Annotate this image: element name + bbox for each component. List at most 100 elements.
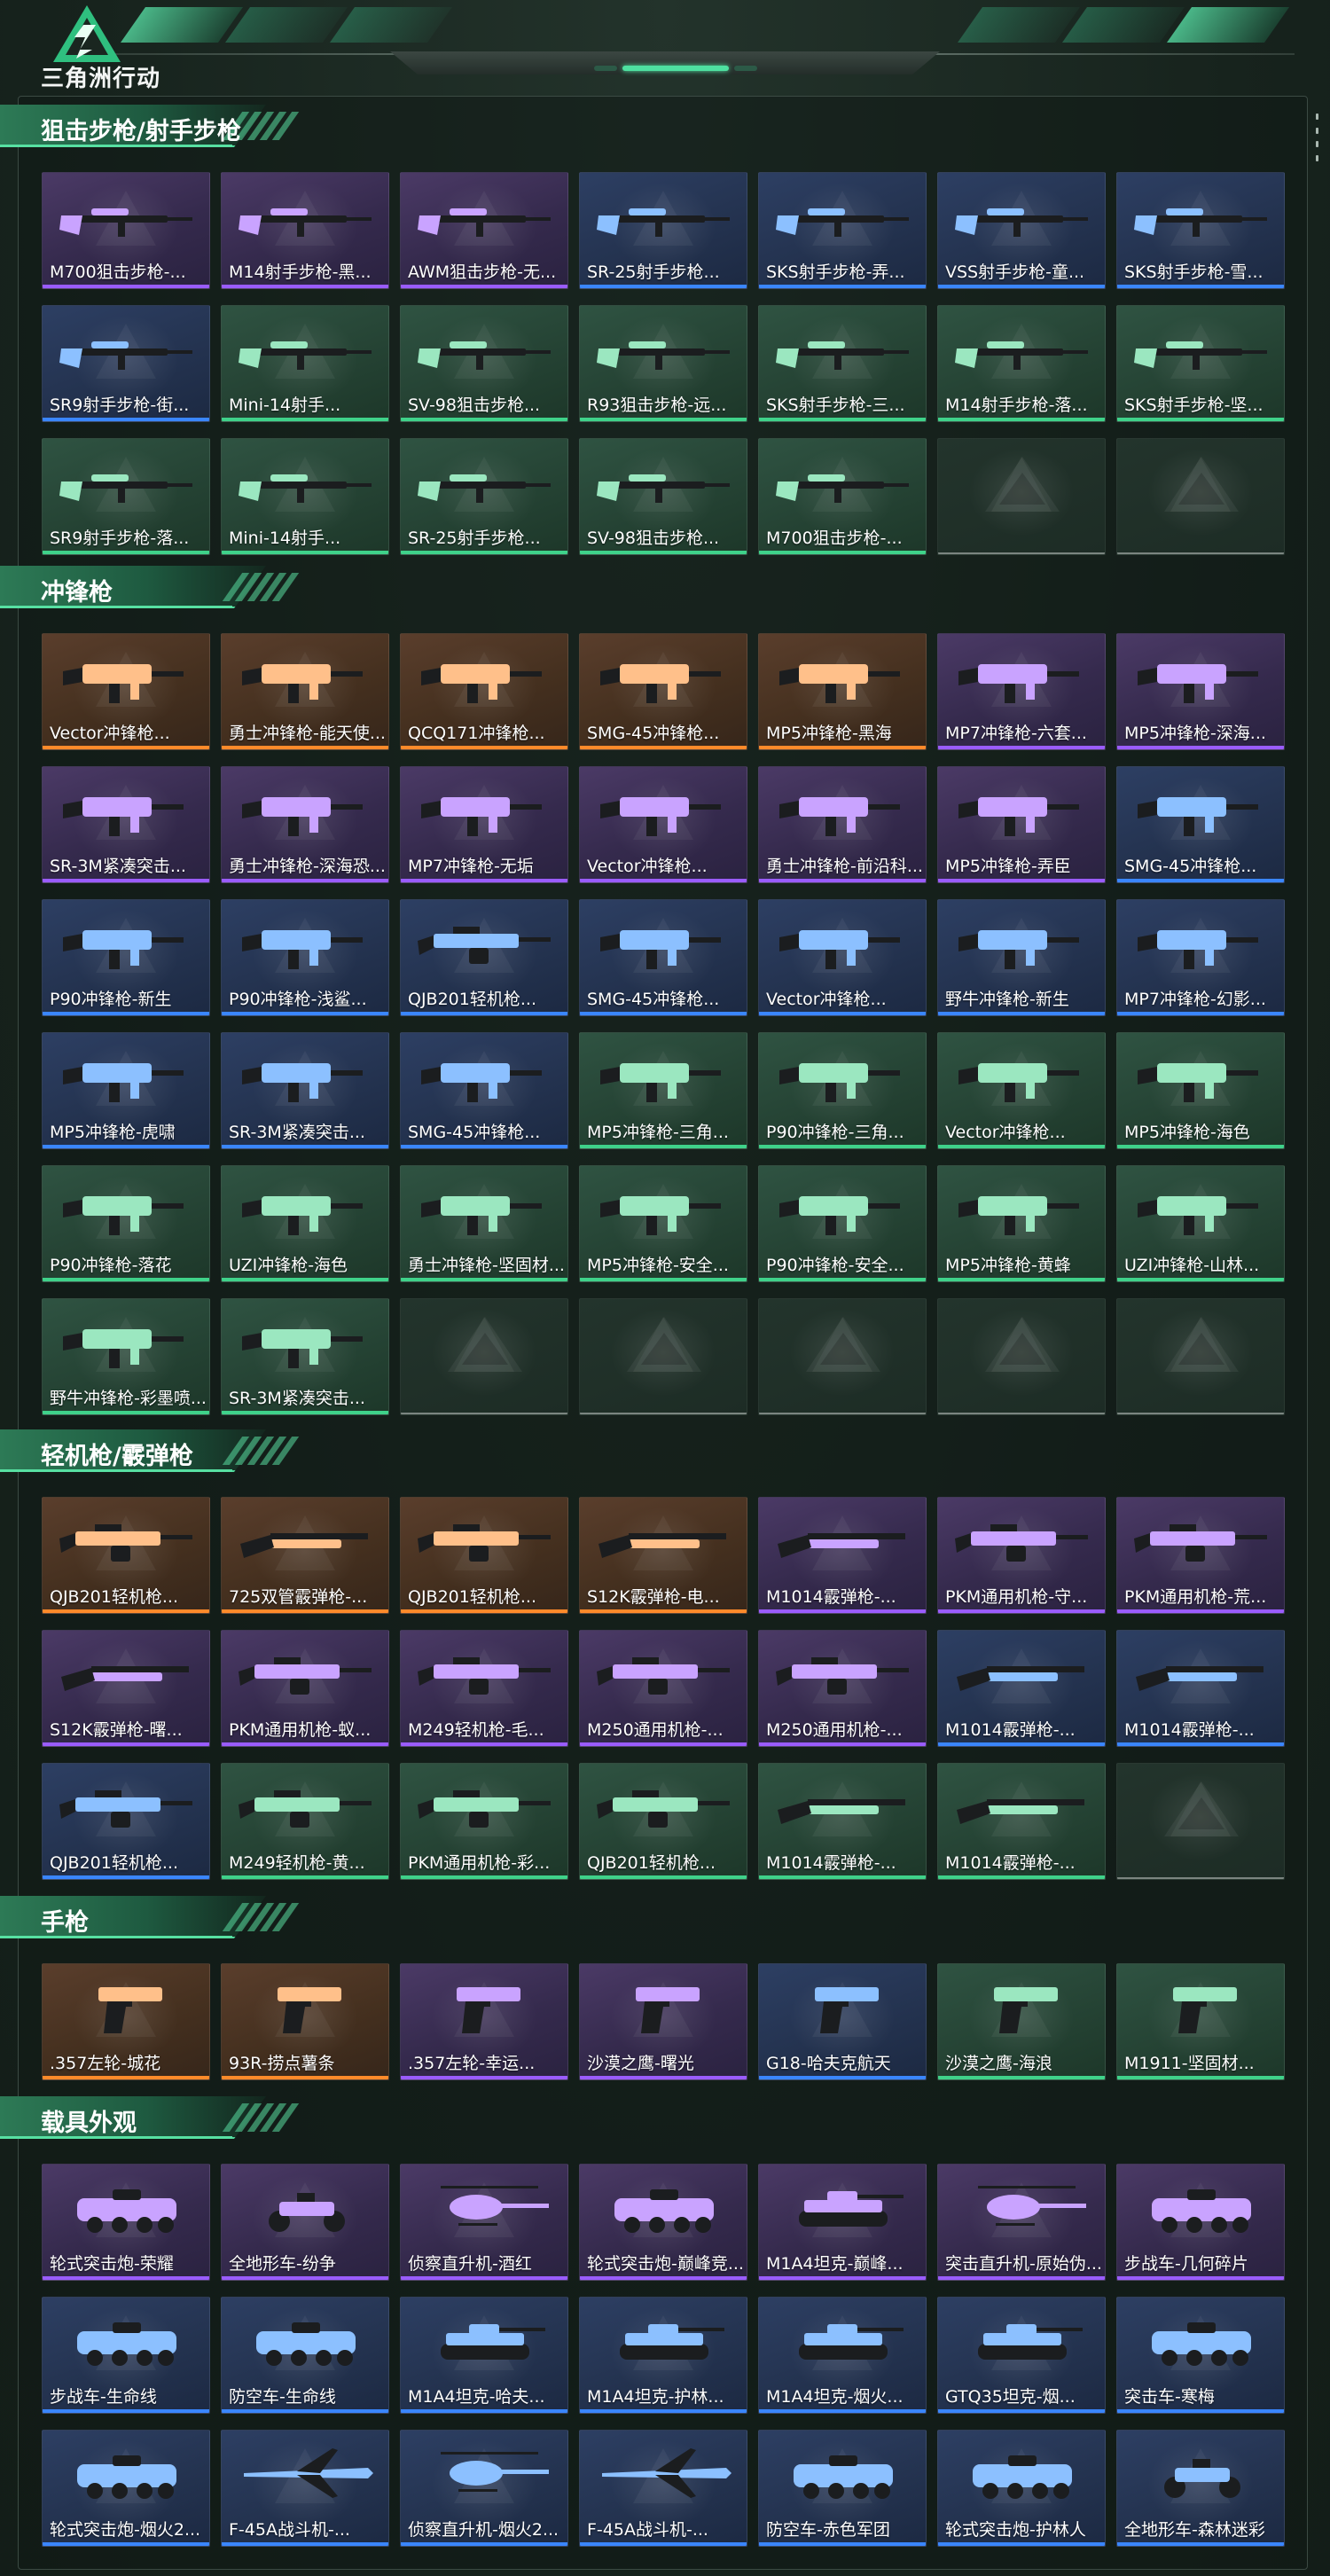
item-card[interactable]: SKS射手步枪-三...: [758, 305, 927, 422]
item-card[interactable]: PKM通用机枪-守...: [937, 1497, 1106, 1614]
item-card[interactable]: SMG-45冲锋枪...: [400, 1032, 568, 1149]
scrollbar-handle[interactable]: [1314, 114, 1319, 161]
item-card[interactable]: SMG-45冲锋枪...: [579, 899, 747, 1016]
item-card[interactable]: M1A4坦克-烟火...: [758, 2297, 927, 2414]
item-card[interactable]: 步战车-几何碎片: [1116, 2164, 1285, 2281]
item-card[interactable]: UZI冲锋枪-海色: [221, 1165, 389, 1282]
item-card[interactable]: VSS射手步枪-童...: [937, 172, 1106, 289]
item-card[interactable]: Vector冲锋枪...: [42, 633, 210, 750]
item-card[interactable]: QJB201轻机枪...: [579, 1763, 747, 1880]
item-card[interactable]: P90冲锋枪-安全...: [758, 1165, 927, 1282]
item-card[interactable]: 全地形车-森林迷彩: [1116, 2430, 1285, 2547]
item-card[interactable]: SR9射手步枪-落...: [42, 438, 210, 555]
item-card[interactable]: SR-25射手步枪...: [400, 438, 568, 555]
item-card[interactable]: S12K霰弹枪-电...: [579, 1497, 747, 1614]
item-card[interactable]: G18-哈夫克航天: [758, 1963, 927, 2080]
item-card[interactable]: 勇士冲锋枪-能天使...: [221, 633, 389, 750]
item-card[interactable]: MP7冲锋枪-无垢: [400, 766, 568, 883]
item-card[interactable]: PKM通用机枪-蚁...: [221, 1630, 389, 1747]
item-card[interactable]: SR-3M紧凑突击...: [221, 1298, 389, 1415]
item-card[interactable]: M1A4坦克-哈夫...: [400, 2297, 568, 2414]
item-card[interactable]: SV-98狙击步枪...: [400, 305, 568, 422]
item-card[interactable]: 侦察直升机-酒红: [400, 2164, 568, 2281]
item-card[interactable]: 防空车-生命线: [221, 2297, 389, 2414]
item-card[interactable]: QJB201轻机枪...: [400, 899, 568, 1016]
item-card[interactable]: MP7冲锋枪-六套...: [937, 633, 1106, 750]
item-card[interactable]: M1911-坚固材...: [1116, 1963, 1285, 2080]
item-card[interactable]: 轮式突击炮-护林人: [937, 2430, 1106, 2547]
item-card[interactable]: M1014霰弹枪-...: [758, 1497, 927, 1614]
item-card[interactable]: SR-25射手步枪...: [579, 172, 747, 289]
item-card[interactable]: MP7冲锋枪-幻影...: [1116, 899, 1285, 1016]
item-card[interactable]: 轮式突击炮-巅峰竞...: [579, 2164, 747, 2281]
item-card[interactable]: 沙漠之鹰-曙光: [579, 1963, 747, 2080]
item-card[interactable]: MP5冲锋枪-黑海: [758, 633, 927, 750]
item-card[interactable]: MP5冲锋枪-深海...: [1116, 633, 1285, 750]
item-card[interactable]: QJB201轻机枪...: [42, 1497, 210, 1614]
item-card[interactable]: M250通用机枪-...: [579, 1630, 747, 1747]
item-card[interactable]: MP5冲锋枪-弄臣: [937, 766, 1106, 883]
item-card[interactable]: MP5冲锋枪-安全...: [579, 1165, 747, 1282]
item-card[interactable]: SMG-45冲锋枪...: [579, 633, 747, 750]
item-card[interactable]: P90冲锋枪-落花: [42, 1165, 210, 1282]
item-card[interactable]: Mini-14射手...: [221, 438, 389, 555]
item-card[interactable]: QCQ171冲锋枪...: [400, 633, 568, 750]
item-card[interactable]: MP5冲锋枪-海色: [1116, 1032, 1285, 1149]
item-card[interactable]: M249轻机枪-黄...: [221, 1763, 389, 1880]
item-card[interactable]: 突击直升机-原始伪...: [937, 2164, 1106, 2281]
item-card[interactable]: PKM通用机枪-荒...: [1116, 1497, 1285, 1614]
item-card[interactable]: M1A4坦克-护林...: [579, 2297, 747, 2414]
item-card[interactable]: M700狙击步枪-...: [758, 438, 927, 555]
item-card[interactable]: SKS射手步枪-坚...: [1116, 305, 1285, 422]
item-card[interactable]: MP5冲锋枪-虎啸: [42, 1032, 210, 1149]
item-card[interactable]: 沙漠之鹰-海浪: [937, 1963, 1106, 2080]
item-card[interactable]: SKS射手步枪-雪...: [1116, 172, 1285, 289]
item-card[interactable]: Vector冲锋枪...: [937, 1032, 1106, 1149]
item-card[interactable]: Mini-14射手...: [221, 305, 389, 422]
item-card[interactable]: SKS射手步枪-弄...: [758, 172, 927, 289]
item-card[interactable]: R93狙击步枪-远...: [579, 305, 747, 422]
item-card[interactable]: M700狙击步枪-...: [42, 172, 210, 289]
item-card[interactable]: 侦察直升机-烟火2...: [400, 2430, 568, 2547]
item-card[interactable]: .357左轮-幸运...: [400, 1963, 568, 2080]
item-card[interactable]: M1014霰弹枪-...: [1116, 1630, 1285, 1747]
item-card[interactable]: 全地形车-纷争: [221, 2164, 389, 2281]
item-card[interactable]: P90冲锋枪-新生: [42, 899, 210, 1016]
item-card[interactable]: QJB201轻机枪...: [400, 1497, 568, 1614]
item-card[interactable]: 防空车-赤色军团: [758, 2430, 927, 2547]
item-card[interactable]: MP5冲锋枪-黄蜂: [937, 1165, 1106, 1282]
item-card[interactable]: Vector冲锋枪...: [579, 766, 747, 883]
item-card[interactable]: 93R-捞点薯条: [221, 1963, 389, 2080]
item-card[interactable]: .357左轮-城花: [42, 1963, 210, 2080]
item-card[interactable]: M1014霰弹枪-...: [937, 1630, 1106, 1747]
item-card[interactable]: UZI冲锋枪-山林...: [1116, 1165, 1285, 1282]
item-card[interactable]: SMG-45冲锋枪...: [1116, 766, 1285, 883]
item-card[interactable]: AWM狙击步枪-无...: [400, 172, 568, 289]
item-card[interactable]: P90冲锋枪-浅鲨...: [221, 899, 389, 1016]
item-card[interactable]: SR-3M紧凑突击...: [221, 1032, 389, 1149]
item-card[interactable]: 勇士冲锋枪-深海恐...: [221, 766, 389, 883]
item-card[interactable]: SV-98狙击步枪...: [579, 438, 747, 555]
item-card[interactable]: Vector冲锋枪...: [758, 899, 927, 1016]
item-card[interactable]: 勇士冲锋枪-坚固材...: [400, 1165, 568, 1282]
item-card[interactable]: QJB201轻机枪...: [42, 1763, 210, 1880]
item-card[interactable]: 轮式突击炮-荣耀: [42, 2164, 210, 2281]
item-card[interactable]: S12K霰弹枪-曙...: [42, 1630, 210, 1747]
item-card[interactable]: F-45A战斗机-...: [579, 2430, 747, 2547]
item-card[interactable]: F-45A战斗机-...: [221, 2430, 389, 2547]
item-card[interactable]: M14射手步枪-落...: [937, 305, 1106, 422]
item-card[interactable]: 步战车-生命线: [42, 2297, 210, 2414]
item-card[interactable]: M1014霰弹枪-...: [937, 1763, 1106, 1880]
item-card[interactable]: M249轻机枪-毛...: [400, 1630, 568, 1747]
item-card[interactable]: P90冲锋枪-三角...: [758, 1032, 927, 1149]
item-card[interactable]: M1014霰弹枪-...: [758, 1763, 927, 1880]
item-card[interactable]: 轮式突击炮-烟火2...: [42, 2430, 210, 2547]
item-card[interactable]: PKM通用机枪-彩...: [400, 1763, 568, 1880]
item-card[interactable]: 突击车-寒梅: [1116, 2297, 1285, 2414]
item-card[interactable]: 野牛冲锋枪-新生: [937, 899, 1106, 1016]
item-card[interactable]: SR-3M紧凑突击...: [42, 766, 210, 883]
item-card[interactable]: M250通用机枪-...: [758, 1630, 927, 1747]
item-card[interactable]: M14射手步枪-黑...: [221, 172, 389, 289]
item-card[interactable]: MP5冲锋枪-三角...: [579, 1032, 747, 1149]
item-card[interactable]: SR9射手步枪-街...: [42, 305, 210, 422]
